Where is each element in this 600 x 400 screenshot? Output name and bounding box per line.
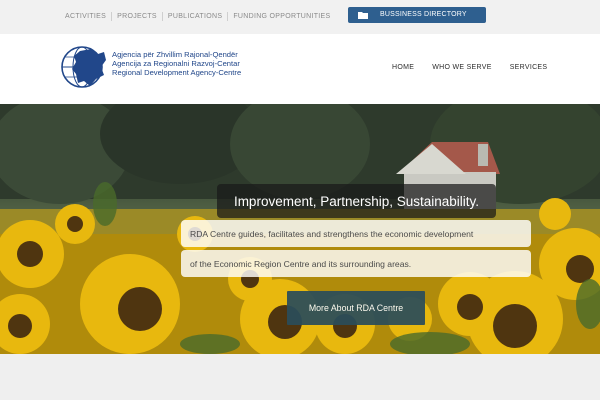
nav-home[interactable]: HOME [392, 64, 414, 71]
logo-text: Agjencia për Zhvillim Rajonal-Qendër Age… [112, 50, 241, 77]
hero-description-line-2: of the Economic Region Centre and its su… [190, 258, 412, 269]
business-directory-label: BUSSINESS DIRECTORY [380, 11, 467, 18]
more-about-button[interactable]: More About RDA Centre [287, 291, 425, 325]
top-link-projects[interactable]: PROJECTS [112, 12, 163, 21]
top-link-activities[interactable]: ACTIVITIES [60, 12, 113, 21]
main-nav: HOME WHO WE SERVE SERVICES [392, 64, 547, 71]
hero-banner: Improvement, Partnership, Sustainability… [0, 104, 600, 354]
top-links: ACTIVITIES PROJECTS PUBLICATIONS FUNDING… [60, 12, 336, 21]
site-header: Agjencia për Zhvillim Rajonal-Qendër Age… [0, 34, 600, 104]
page-bottom-area [0, 354, 600, 400]
hero-description-line-1: RDA Centre guides, facilitates and stren… [190, 228, 474, 239]
more-about-button-label: More About RDA Centre [308, 303, 404, 313]
top-utility-bar: ACTIVITIES PROJECTS PUBLICATIONS FUNDING… [0, 0, 600, 34]
hero-tagline: Improvement, Partnership, Sustainability… [233, 193, 480, 209]
logo-line-english: Regional Development Agency-Centre [112, 68, 242, 77]
nav-services[interactable]: SERVICES [510, 64, 548, 71]
top-link-publications[interactable]: PUBLICATIONS [163, 12, 229, 21]
nav-who-we-serve[interactable]: WHO WE SERVE [432, 64, 491, 71]
globe-map-logo-icon[interactable] [60, 43, 110, 91]
logo-line-serbian: Agencija za Regionalni Razvoj-Centar [112, 59, 240, 68]
hero-tagline-box: Improvement, Partnership, Sustainability… [217, 184, 496, 218]
logo-line-albanian: Agjencia për Zhvillim Rajonal-Qendër [112, 50, 238, 59]
hero-description-line-2-box: of the Economic Region Centre and its su… [181, 250, 531, 277]
folder-icon [358, 12, 368, 19]
business-directory-button[interactable]: BUSSINESS DIRECTORY [348, 7, 486, 23]
hero-description-line-1-box: RDA Centre guides, facilitates and stren… [181, 220, 531, 247]
top-link-funding-opportunities[interactable]: FUNDING OPPORTUNITIES [228, 12, 335, 21]
